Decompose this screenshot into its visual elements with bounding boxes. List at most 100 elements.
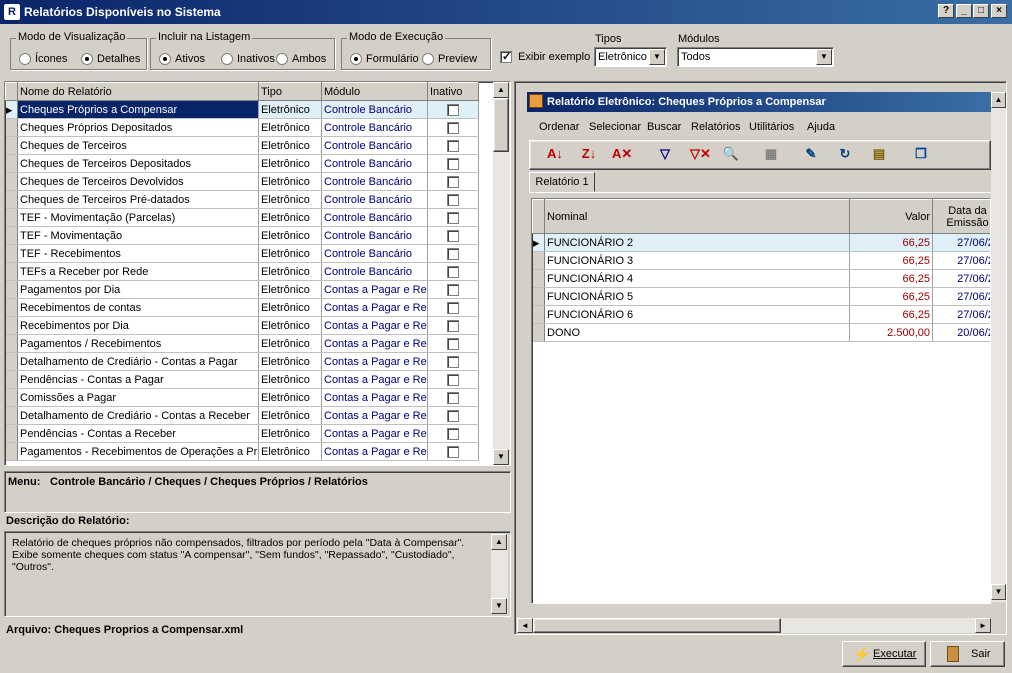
table-row[interactable]: Pendências - Contas a Pagar Eletrônico Con… [5,370,479,389]
inativo-checkbox[interactable] [427,352,479,371]
table-row[interactable]: ▶FUNCIONÁRIO 266,2527/06/20 [532,233,990,252]
table-row[interactable]: Pagamentos - Recebimentos de Operações a… [5,442,479,461]
table-row[interactable]: Cheques Próprios Depositados Eletrônico Co… [5,118,479,137]
inativo-checkbox[interactable] [427,100,479,119]
inativo-checkbox[interactable] [427,244,479,263]
report-name[interactable]: Cheques de Terceiros Pré-datados [17,190,259,209]
inativo-checkbox[interactable] [427,424,479,443]
report-name[interactable]: TEFs a Receber por Rede [17,262,259,281]
table-row[interactable]: TEF - Movimentação Eletrônico Controle Ban… [5,226,479,245]
table-row[interactable]: TEF - Recebimentos Eletrônico Controle Ban… [5,244,479,263]
table-row[interactable]: FUNCIONÁRIO 466,2527/06/20 [532,269,990,288]
inativo-checkbox[interactable] [427,406,479,425]
report-name[interactable]: TEF - Movimentação [17,226,259,245]
filter-icon[interactable]: ▽ [656,145,674,163]
report-name[interactable]: Cheques de Terceiros Depositados [17,154,259,173]
preview-hscroll[interactable]: ◄ ► [517,618,991,633]
scroll-down-icon[interactable]: ▼ [991,584,1006,600]
chevron-down-icon[interactable]: ▼ [816,49,832,65]
inativo-checkbox[interactable] [427,316,479,335]
radio-ambos[interactable]: Ambos [276,53,326,66]
modulos-select[interactable]: Todos ▼ [677,47,834,67]
sort-ascending-icon[interactable]: A↓ [546,145,564,163]
scroll-right-icon[interactable]: ► [975,618,991,633]
refresh-icon[interactable]: ↻ [836,145,854,163]
descricao-scrollbar[interactable]: ▲ ▼ [491,534,508,614]
table-row[interactable]: Cheques de Terceiros Depositados Eletrôni… [5,154,479,173]
table-row[interactable]: TEFs a Receber por Rede Eletrônico Control… [5,262,479,281]
report-name[interactable]: Recebimentos por Dia [17,316,259,335]
report-name[interactable]: Comissões a Pagar [17,388,259,407]
scroll-up-icon[interactable]: ▲ [493,82,509,98]
find-icon[interactable]: 🔍 [722,145,740,163]
scroll-left-icon[interactable]: ◄ [517,618,533,633]
exibir-exemplo-checkbox[interactable]: Exibir exemplo [500,50,590,64]
report-grid-scrollbar[interactable]: ▲ ▼ [493,82,510,465]
inativo-checkbox[interactable] [427,370,479,389]
inativo-checkbox[interactable] [427,388,479,407]
column-header-inativo[interactable]: Inativo [427,82,479,101]
sort-descending-icon[interactable]: Z↓ [580,145,598,163]
inativo-checkbox[interactable] [427,334,479,353]
table-row[interactable]: Cheques de Terceiros Eletrônico Controle B… [5,136,479,155]
report-name[interactable]: Pagamentos / Recebimentos [17,334,259,353]
report-name[interactable]: Cheques de Terceiros Devolvidos [17,172,259,191]
table-row[interactable]: Cheques de Terceiros Devolvidos Eletrônic… [5,172,479,191]
table-row[interactable]: Pendências - Contas a Receber Eletrônico C… [5,424,479,443]
clear-sort-icon[interactable]: A✕ [612,145,632,163]
radio-ativos[interactable]: Ativos [159,53,205,66]
print-setup-icon[interactable]: ▤ [870,145,888,163]
radio-preview[interactable]: Preview [422,53,477,66]
report-name[interactable]: Cheques Próprios a Compensar [17,100,259,119]
hscroll-thumb[interactable] [533,618,781,633]
report-name[interactable]: Detalhamento de Crediário - Contas a Pag… [17,352,259,371]
copy-window-icon[interactable]: ❐ [912,145,930,163]
report-name[interactable]: Pagamentos por Dia [17,280,259,299]
inativo-checkbox[interactable] [427,262,479,281]
close-button[interactable]: × [991,4,1007,18]
table-row[interactable]: DONO2.500,0020/06/20 [532,323,990,342]
preview-vscroll[interactable]: ▲ ▼ [991,92,1006,602]
table-row[interactable]: FUNCIONÁRIO 566,2527/06/20 [532,287,990,306]
report-name[interactable]: Pagamentos - Recebimentos de Operações a… [17,442,259,461]
table-row[interactable]: FUNCIONÁRIO 366,2527/06/20 [532,251,990,270]
radio-formulario[interactable]: Formulário [350,53,419,66]
radio-inativos[interactable]: Inativos [221,53,275,66]
column-header-modulo[interactable]: Módulo [321,82,428,101]
report-name[interactable]: Cheques Próprios Depositados [17,118,259,137]
table-row[interactable]: Detalhamento de Crediário - Contas a Pag… [5,352,479,371]
inativo-checkbox[interactable] [427,442,479,461]
radio-icones[interactable]: Ícones [19,53,67,66]
table-row[interactable]: FUNCIONÁRIO 666,2527/06/20 [532,305,990,324]
radio-detalhes[interactable]: Detalhes [81,53,140,66]
report-name[interactable]: Cheques de Terceiros [17,136,259,155]
table-row[interactable]: Pagamentos por Dia Eletrônico Contas a Pag… [5,280,479,299]
column-header-tipo[interactable]: Tipo [258,82,322,101]
scroll-thumb[interactable] [493,98,509,152]
inativo-checkbox[interactable] [427,226,479,245]
sair-button[interactable]: Sair [930,641,1005,667]
executar-button[interactable]: ⚡ Executar [842,641,926,667]
table-row[interactable]: ▶ Cheques Próprios a Compensar Eletrônico C… [5,100,479,119]
report-name[interactable]: Detalhamento de Crediário - Contas a Rec… [17,406,259,425]
report-name[interactable]: Pendências - Contas a Receber [17,424,259,443]
inativo-checkbox[interactable] [427,190,479,209]
table-row[interactable]: Recebimentos de contas Eletrônico Contas a… [5,298,479,317]
inativo-checkbox[interactable] [427,298,479,317]
menu-buscar[interactable]: Buscar [647,121,681,133]
menu-selecionar[interactable]: Selecionar [589,121,641,133]
columns-icon[interactable]: ▦ [762,145,780,163]
inativo-checkbox[interactable] [427,208,479,227]
report-name[interactable]: Pendências - Contas a Pagar [17,370,259,389]
table-row[interactable]: Detalhamento de Crediário - Contas a Rec… [5,406,479,425]
menu-ordenar[interactable]: Ordenar [539,121,579,133]
scroll-up-icon[interactable]: ▲ [491,534,507,550]
report-name[interactable]: TEF - Movimentação (Parcelas) [17,208,259,227]
table-row[interactable]: Cheques de Terceiros Pré-datados Eletrôni… [5,190,479,209]
inativo-checkbox[interactable] [427,136,479,155]
table-row[interactable]: Recebimentos por Dia Eletrônico Contas a P… [5,316,479,335]
inativo-checkbox[interactable] [427,118,479,137]
clear-filter-icon[interactable]: ▽✕ [690,145,711,163]
inativo-checkbox[interactable] [427,154,479,173]
column-header-nominal[interactable]: Nominal [544,199,850,234]
